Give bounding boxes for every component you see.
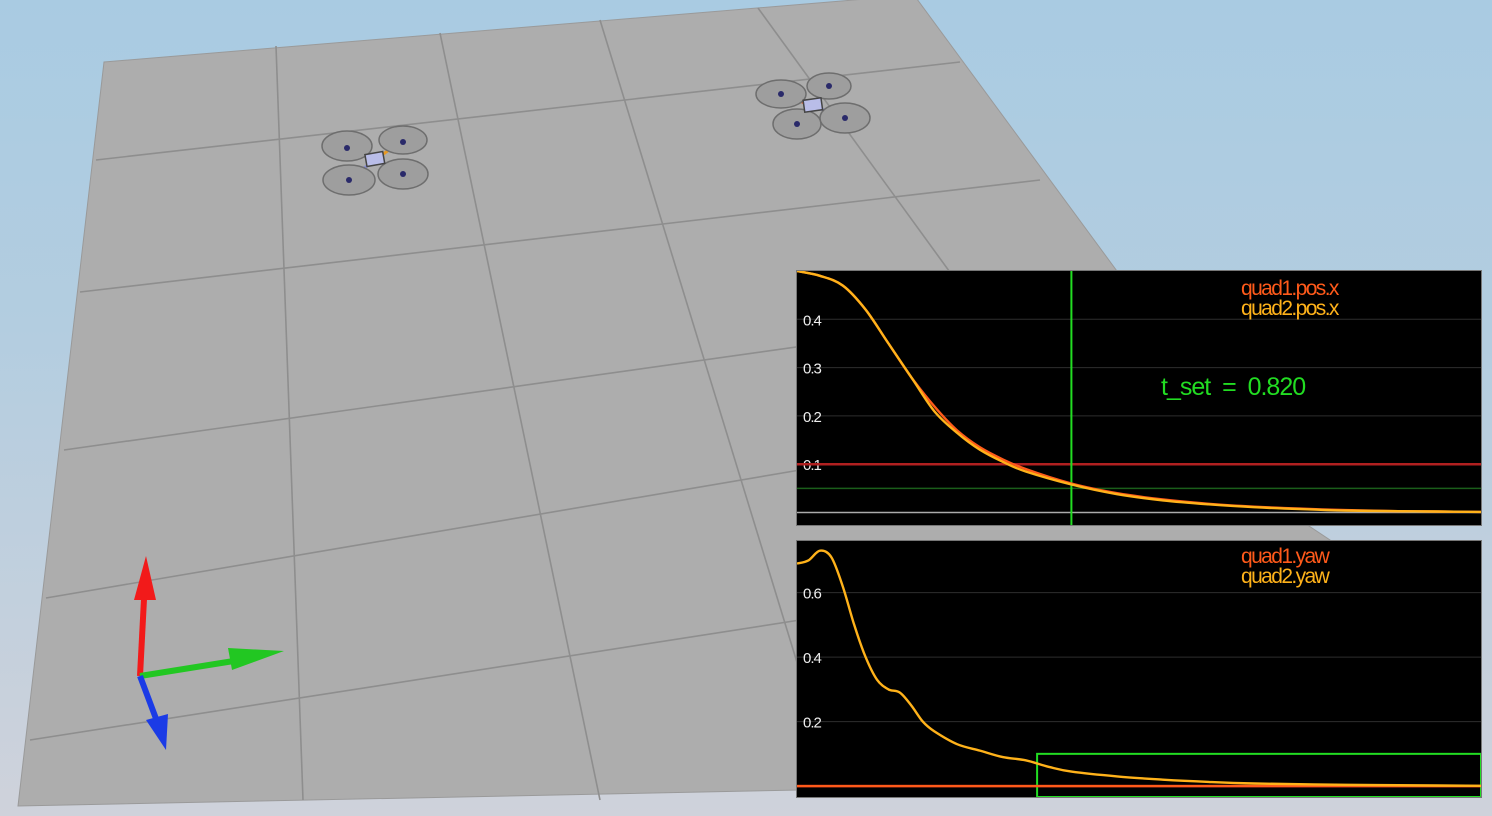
plot-yaw[interactable]: 0.6 0.4 0.2 quad1.yaw quad2.yaw (796, 540, 1482, 798)
series-line-quad2-pos-x (797, 271, 1481, 514)
y-tick-label: 0.3 (803, 361, 822, 378)
y-tick-label: 0.4 (803, 312, 822, 329)
y-tick-label: 0.1 (803, 457, 822, 474)
y-tick-label: 0.2 (803, 409, 822, 426)
y-tick-label: 0.4 (803, 650, 822, 667)
series-line-quad1-pos-x (797, 271, 1481, 514)
quad1-body (364, 150, 386, 168)
y-tick-label: 0.2 (803, 715, 822, 732)
plot-pos-x-canvas: 0.4 0.3 0.2 0.1 (797, 271, 1481, 525)
plot-yaw-legend: quad1.yaw quad2.yaw (1241, 545, 1330, 588)
y-tick-label: 0.6 (803, 586, 822, 603)
plot-pos-x[interactable]: 0.4 0.3 0.2 0.1 quad1.pos.x quad2.pos.x t_s… (796, 270, 1482, 526)
legend-quad2-yaw: quad2.yaw (1241, 565, 1330, 588)
series-line-quad2-yaw (797, 549, 1481, 787)
plot-yaw-canvas: 0.6 0.4 0.2 (797, 549, 1481, 797)
legend-quad1-yaw: quad1.yaw (1241, 545, 1330, 568)
quad2-body (802, 96, 824, 114)
t-set-annotation: t_set = 0.820 (1161, 373, 1306, 401)
legend-quad2-pos-x: quad2.pos.x (1241, 297, 1339, 320)
legend-quad1-pos-x: quad1.pos.x (1241, 277, 1339, 300)
plot-pos-x-legend: quad1.pos.x quad2.pos.x (1241, 277, 1339, 320)
